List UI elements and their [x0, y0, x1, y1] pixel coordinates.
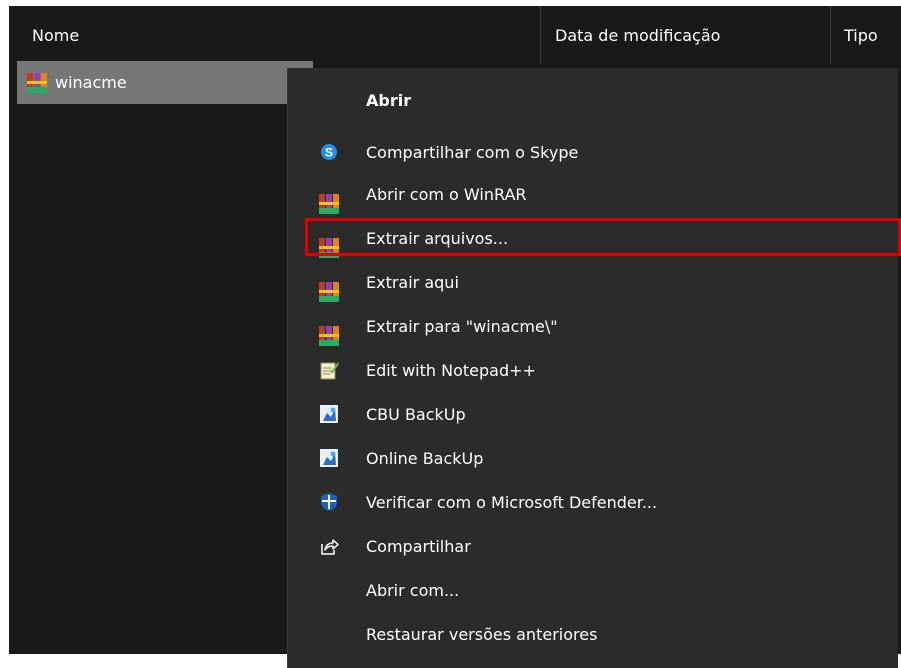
winrar-icon [319, 326, 339, 346]
menu-item-open[interactable]: Abrir [288, 80, 898, 120]
menu-item-label: Compartilhar com o Skype [366, 142, 579, 162]
svg-text:S: S [325, 146, 333, 160]
menu-item-label: Extrair arquivos... [366, 228, 509, 248]
menu-item-label: Online BackUp [366, 448, 484, 468]
menu-item-open-winrar[interactable]: Abrir com o WinRAR [288, 174, 898, 214]
menu-item-edit-notepad[interactable]: Edit with Notepad++ [288, 350, 898, 390]
menu-item-label: Extrair aqui [366, 272, 459, 292]
menu-item-share-skype[interactable]: S Compartilhar com o Skype [288, 132, 898, 172]
menu-item-cbu-backup[interactable]: CBU BackUp [288, 394, 898, 434]
column-header-date[interactable]: Data de modificação [540, 6, 830, 64]
column-header-type[interactable]: Tipo [830, 6, 901, 64]
menu-item-label: Verificar com o Microsoft Defender... [366, 492, 658, 512]
file-item-winacme[interactable]: winacme [17, 61, 313, 104]
menu-item-label: Compartilhar [366, 536, 471, 556]
backup-icon [320, 449, 338, 467]
menu-item-label: Abrir [366, 90, 412, 110]
menu-item-share[interactable]: Compartilhar [288, 526, 898, 566]
menu-item-open-with[interactable]: Abrir com... [288, 570, 898, 610]
menu-item-label: CBU BackUp [366, 404, 466, 424]
menu-item-label: Extrair para "winacme\" [366, 316, 558, 336]
skype-icon: S [321, 144, 337, 160]
winrar-icon [319, 282, 339, 302]
share-icon [321, 539, 339, 555]
menu-item-online-backup[interactable]: Online BackUp [288, 438, 898, 478]
menu-item-restore-previous-versions[interactable]: Restaurar versões anteriores [288, 614, 898, 654]
column-header-bar: ^ Nome Data de modificação Tipo [9, 6, 901, 64]
menu-item-label: Abrir com... [366, 580, 460, 600]
menu-item-extract-here[interactable]: Extrair aqui [288, 262, 898, 302]
menu-item-label: Abrir com o WinRAR [366, 184, 527, 204]
menu-item-label: Edit with Notepad++ [366, 360, 536, 380]
file-name: winacme [55, 73, 127, 92]
winrar-icon [319, 238, 339, 258]
context-menu: Abrir S Compartilhar com o Skype Abrir c… [287, 68, 898, 668]
backup-icon [320, 405, 338, 423]
winrar-archive-icon [27, 72, 47, 93]
winrar-icon [319, 194, 339, 214]
menu-item-extract-files[interactable]: Extrair arquivos... [288, 218, 898, 258]
notepad-plus-plus-icon [320, 362, 339, 380]
menu-item-scan-defender[interactable]: Verificar com o Microsoft Defender... [288, 482, 898, 522]
column-header-name[interactable]: Nome [32, 6, 532, 64]
menu-item-label: Restaurar versões anteriores [366, 624, 598, 644]
menu-item-extract-to-folder[interactable]: Extrair para "winacme\" [288, 306, 898, 346]
defender-shield-icon [321, 493, 337, 511]
